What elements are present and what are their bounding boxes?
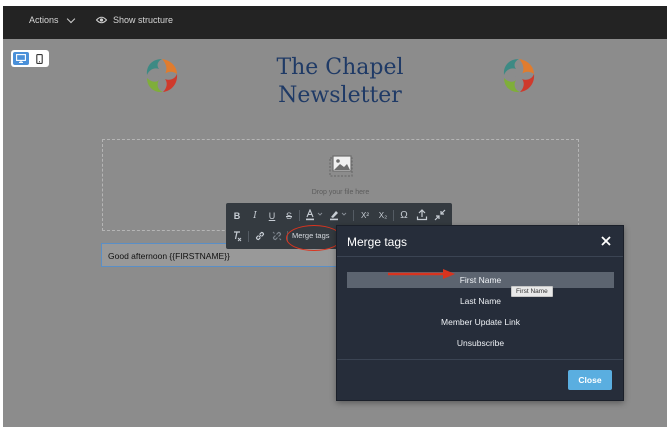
font-color-button[interactable] (304, 208, 326, 223)
italic-button[interactable]: I (248, 209, 262, 223)
title-line-2: Newsletter (278, 83, 402, 108)
toolbar-divider (248, 231, 249, 242)
tooltip: First Name (511, 286, 553, 297)
close-icon[interactable] (600, 235, 612, 247)
unlink-icon (272, 231, 282, 241)
chapel-logo-icon (146, 59, 178, 93)
greeting-text: Good afternoon {{FIRSTNAME}} (108, 251, 230, 261)
toolbar-divider (353, 210, 354, 221)
merge-tag-unsubscribe[interactable]: Unsubscribe (347, 335, 614, 351)
toolbar-divider (393, 210, 394, 221)
title-line-1: The Chapel (276, 55, 404, 80)
clear-formatting-icon (234, 231, 242, 242)
collapse-button[interactable] (433, 209, 447, 223)
collapse-icon (434, 209, 446, 221)
toolbar-row-formatting: B I U S X² X₂ Ω (226, 205, 452, 226)
superscript-button[interactable]: X² (357, 209, 373, 223)
show-structure-button[interactable]: Show structure (96, 15, 173, 25)
special-character-button[interactable]: Ω (397, 209, 411, 223)
dialog-title: Merge tags (347, 235, 408, 249)
editor-frame: Actions Show structure The Chapel Newsle… (3, 6, 667, 427)
insert-link-button[interactable] (253, 230, 267, 244)
merge-tag-member-update-link[interactable]: Member Update Link (347, 314, 614, 330)
merge-tags-dialog: Merge tags First Name Last Name First Na… (336, 225, 624, 401)
toolbar-divider (299, 210, 300, 221)
drop-your-file-text: Drop your file here (311, 189, 370, 196)
bold-button[interactable]: B (230, 209, 244, 223)
merge-tag-last-name[interactable]: Last Name (347, 293, 614, 309)
dialog-footer-divider (337, 359, 623, 360)
remove-link-button[interactable] (270, 230, 284, 244)
actions-label: Actions (29, 15, 59, 25)
chapel-logo-icon (503, 59, 535, 93)
show-structure-label: Show structure (113, 15, 174, 25)
close-button[interactable]: Close (568, 370, 612, 390)
clear-formatting-button[interactable] (230, 230, 244, 244)
mobile-icon (35, 53, 43, 64)
annotation-arrow-icon (388, 269, 455, 279)
desktop-view-button[interactable] (13, 52, 29, 65)
font-color-icon (306, 208, 323, 221)
subscript-button[interactable]: X₂ (375, 209, 391, 223)
image-placeholder-icon (329, 155, 353, 177)
upload-icon (416, 209, 428, 221)
device-toggle (11, 50, 49, 67)
underline-button[interactable]: U (265, 209, 279, 223)
highlighter-icon (330, 211, 347, 221)
chevron-down-icon (66, 14, 75, 23)
link-icon (255, 231, 265, 241)
strikethrough-button[interactable]: S (282, 209, 296, 223)
eye-icon (96, 16, 107, 24)
mobile-view-button[interactable] (31, 52, 47, 65)
highlight-color-button[interactable] (328, 209, 350, 223)
top-toolbar: Actions Show structure (3, 6, 667, 39)
upload-button[interactable] (415, 209, 429, 223)
annotation-ellipse (286, 225, 342, 251)
dialog-header: Merge tags (337, 226, 623, 257)
actions-dropdown[interactable]: Actions (29, 14, 75, 25)
newsletter-title: The Chapel Newsletter (243, 54, 437, 110)
desktop-icon (16, 54, 26, 63)
